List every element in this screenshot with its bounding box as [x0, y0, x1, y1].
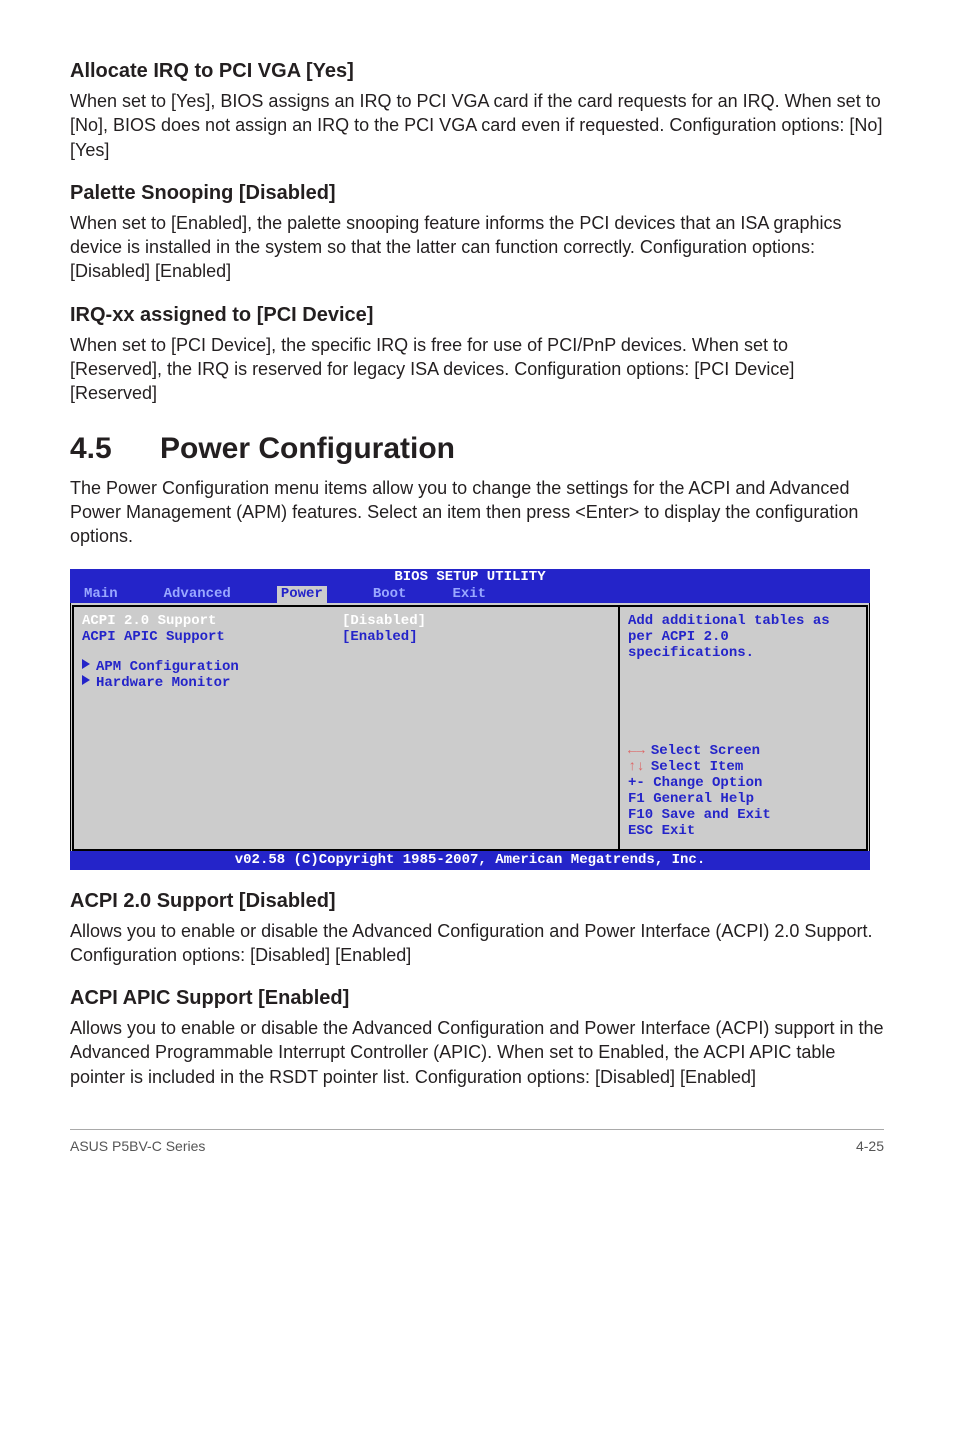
chapter-heading: 4.5Power Configuration	[70, 432, 884, 466]
bios-item-acpi20[interactable]: ACPI 2.0 Support [Disabled]	[82, 613, 610, 629]
bios-left-pane: ACPI 2.0 Support [Disabled] ACPI APIC Su…	[72, 605, 618, 851]
heading-acpi20: ACPI 2.0 Support [Disabled]	[70, 890, 884, 913]
body-allocate-irq: When set to [Yes], BIOS assigns an IRQ t…	[70, 89, 884, 162]
bios-item-value: [Disabled]	[342, 613, 426, 629]
heading-irq-assigned: IRQ-xx assigned to [PCI Device]	[70, 304, 884, 327]
bios-keys: Select Screen Select Item +- Change Opti…	[628, 743, 858, 839]
bios-tabs: Main Advanced Power Boot Exit	[70, 586, 870, 603]
heading-palette-snooping: Palette Snooping [Disabled]	[70, 182, 884, 205]
page-footer: ASUS P5BV-C Series 4-25	[70, 1129, 884, 1154]
bios-tab-main[interactable]: Main	[84, 586, 118, 603]
submenu-icon	[82, 675, 90, 685]
key-save-exit: F10 Save and Exit	[628, 807, 858, 823]
bios-item-label: ACPI 2.0 Support	[82, 613, 342, 629]
bios-header: BIOS SETUP UTILITY Main Advanced Power B…	[70, 569, 870, 603]
body-acpi20: Allows you to enable or disable the Adva…	[70, 919, 884, 968]
bios-item-apm[interactable]: APM Configuration	[82, 659, 610, 675]
bios-tab-exit[interactable]: Exit	[452, 586, 486, 603]
footer-right: 4-25	[856, 1138, 884, 1154]
body-irq-assigned: When set to [PCI Device], the specific I…	[70, 333, 884, 406]
heading-acpi-apic: ACPI APIC Support [Enabled]	[70, 987, 884, 1010]
body-palette-snooping: When set to [Enabled], the palette snoop…	[70, 211, 884, 284]
bios-item-label: ACPI APIC Support	[82, 629, 342, 645]
bios-footer: v02.58 (C)Copyright 1985-2007, American …	[70, 851, 870, 870]
bios-tab-boot[interactable]: Boot	[373, 586, 407, 603]
key-esc-exit: ESC Exit	[628, 823, 858, 839]
bios-tab-advanced[interactable]: Advanced	[164, 586, 231, 603]
chapter-title: Power Configuration	[160, 432, 455, 465]
footer-left: ASUS P5BV-C Series	[70, 1138, 205, 1154]
key-general-help: F1 General Help	[628, 791, 858, 807]
bios-tab-power[interactable]: Power	[277, 586, 327, 603]
spacer	[82, 645, 610, 659]
bios-item-value: [Enabled]	[342, 629, 418, 645]
chapter-intro: The Power Configuration menu items allow…	[70, 476, 884, 549]
key-select-item: Select Item	[628, 759, 858, 775]
chapter-number: 4.5	[70, 432, 160, 466]
bios-help-text: Add additional tables as per ACPI 2.0 sp…	[628, 613, 858, 661]
bios-item-apic[interactable]: ACPI APIC Support [Enabled]	[82, 629, 610, 645]
bios-right-pane: Add additional tables as per ACPI 2.0 sp…	[618, 605, 868, 851]
submenu-icon	[82, 659, 90, 669]
bios-title: BIOS SETUP UTILITY	[70, 569, 870, 586]
key-select-screen: Select Screen	[628, 743, 858, 759]
key-change-option: +- Change Option	[628, 775, 858, 791]
bios-item-label: Hardware Monitor	[96, 675, 230, 691]
body-acpi-apic: Allows you to enable or disable the Adva…	[70, 1016, 884, 1089]
bios-screenshot: BIOS SETUP UTILITY Main Advanced Power B…	[70, 569, 870, 870]
heading-allocate-irq: Allocate IRQ to PCI VGA [Yes]	[70, 60, 884, 83]
bios-item-label: APM Configuration	[96, 659, 239, 675]
bios-item-hw-monitor[interactable]: Hardware Monitor	[82, 675, 610, 691]
